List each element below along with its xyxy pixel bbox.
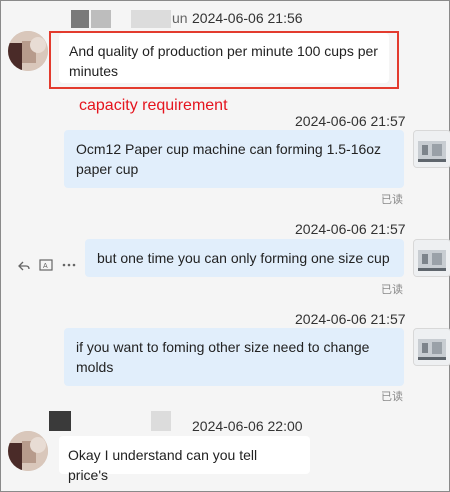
- redacted-sender-name: [131, 10, 171, 28]
- message-text: Ocm12 Paper cup machine can forming 1.5-…: [76, 141, 382, 177]
- redacted-sender-name: [151, 411, 171, 431]
- message-timestamp: 2024-06-06 21:57: [295, 221, 406, 237]
- contact-avatar[interactable]: [8, 31, 48, 71]
- contact-avatar[interactable]: [8, 431, 48, 471]
- chat-window: un 2024-06-06 21:56 And quality of produ…: [0, 0, 450, 492]
- message-text: but one time you can only forming one si…: [97, 250, 390, 266]
- message-bubble-outgoing[interactable]: if you want to foming other size need to…: [64, 328, 404, 386]
- message-timestamp: 2024-06-06 21:57: [295, 311, 406, 327]
- read-status: 已读: [381, 391, 403, 403]
- annotation-highlight-box: [49, 31, 399, 89]
- redacted-sender-name: [49, 411, 71, 431]
- message-timestamp: 2024-06-06 22:00: [192, 418, 303, 434]
- read-status: 已读: [381, 194, 403, 206]
- own-avatar[interactable]: [413, 328, 450, 366]
- message-text: if you want to foming other size need to…: [76, 339, 370, 375]
- own-avatar[interactable]: [413, 239, 450, 277]
- message-bubble-outgoing[interactable]: Ocm12 Paper cup machine can forming 1.5-…: [64, 130, 404, 188]
- own-avatar[interactable]: [413, 130, 450, 168]
- svg-text:A: A: [43, 263, 48, 270]
- sender-name-fragment: un: [172, 10, 188, 26]
- redacted-sender-name: [91, 10, 111, 28]
- translate-icon[interactable]: A: [39, 259, 54, 276]
- message-timestamp: 2024-06-06 21:57: [295, 113, 406, 129]
- reply-icon[interactable]: [17, 259, 31, 276]
- message-bubble-outgoing[interactable]: but one time you can only forming one si…: [85, 239, 404, 277]
- redacted-sender-name: [71, 10, 89, 28]
- annotation-label: capacity requirement: [79, 97, 228, 114]
- message-timestamp: 2024-06-06 21:56: [192, 10, 303, 26]
- message-text: Okay I understand can you tell price's: [68, 447, 258, 483]
- message-bubble-incoming[interactable]: Okay I understand can you tell price's: [59, 436, 310, 483]
- more-icon[interactable]: [61, 257, 77, 274]
- read-status: 已读: [381, 284, 403, 296]
